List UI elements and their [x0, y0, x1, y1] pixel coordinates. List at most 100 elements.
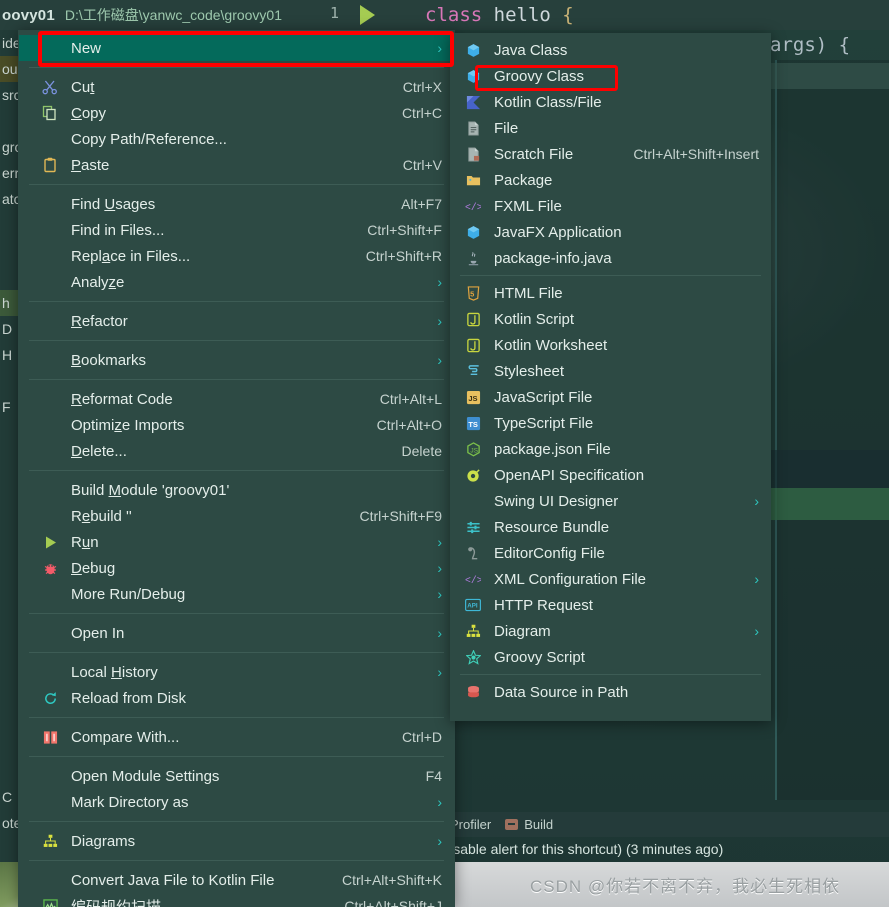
menu-item[interactable]: Groovy Script — [450, 644, 771, 670]
editor-code-line-1: class hello { — [425, 0, 574, 30]
menu-separator — [29, 184, 444, 185]
menu-item[interactable]: </> XML Configuration File › — [450, 566, 771, 592]
ts-icon: TS — [462, 414, 484, 432]
menu-item[interactable]: Open Module Settings F4 — [19, 763, 454, 789]
menu-item[interactable]: Replace in Files... Ctrl+Shift+R — [19, 243, 454, 269]
menu-item[interactable]: More Run/Debug › — [19, 581, 454, 607]
menu-item[interactable]: EditorConfig File — [450, 540, 771, 566]
menu-item[interactable]: Open In › — [19, 620, 454, 646]
menu-item[interactable]: Analyze › — [19, 269, 454, 295]
code-keyword: class — [425, 4, 483, 26]
kotlin-script-icon — [462, 310, 484, 328]
menu-item[interactable]: Swing UI Designer › — [450, 488, 771, 514]
menu-item[interactable]: </> FXML File — [450, 193, 771, 219]
menu-item[interactable]: Debug › — [19, 555, 454, 581]
menu-item[interactable]: Run › — [19, 529, 454, 555]
menu-item[interactable]: Compare With... Ctrl+D — [19, 724, 454, 750]
chevron-right-icon: › — [754, 623, 759, 639]
tab-profiler[interactable]: Profiler — [450, 817, 491, 832]
menu-item[interactable]: File — [450, 115, 771, 141]
menu-item-label: File — [494, 119, 519, 137]
tab-build-label: Build — [524, 817, 554, 832]
menu-separator — [29, 613, 444, 614]
new-submenu[interactable]: Java Class Groovy Class Kotlin Class/File F… — [450, 33, 771, 721]
scan-icon — [39, 897, 61, 907]
menu-item[interactable]: Scratch File Ctrl+Alt+Shift+Insert — [450, 141, 771, 167]
menu-item-label: Bookmarks — [71, 351, 147, 369]
menu-item[interactable]: Kotlin Worksheet — [450, 332, 771, 358]
menu-item-label: package.json File — [494, 440, 611, 458]
menu-item[interactable]: Rebuild '' Ctrl+Shift+F9 — [19, 503, 454, 529]
js-icon: JS — [462, 388, 484, 406]
menu-item[interactable]: Data Source in Path — [450, 679, 771, 705]
scratch-file-icon — [462, 145, 484, 163]
menu-item[interactable]: Optimize Imports Ctrl+Alt+O — [19, 412, 454, 438]
menu-item[interactable]: Copy Ctrl+C — [19, 100, 454, 126]
menu-item[interactable]: Find in Files... Ctrl+Shift+F — [19, 217, 454, 243]
watermark-text: CSDN @你若不离不弃，我必生死相依 — [530, 877, 841, 896]
javafx-icon — [462, 223, 484, 241]
menu-item[interactable]: Refactor › — [19, 308, 454, 334]
menu-item[interactable]: Kotlin Class/File — [450, 89, 771, 115]
menu-item-label: Find Usages — [71, 195, 156, 213]
menu-item[interactable]: Convert Java File to Kotlin File Ctrl+Alt… — [19, 867, 454, 893]
menu-item[interactable]: 编码规约扫描 Ctrl+Alt+Shift+J — [19, 893, 454, 907]
context-menu[interactable]: New › Cut Ctrl+X Copy Ctrl+C Copy Path/Referen… — [18, 30, 455, 907]
menu-item-shortcut: Ctrl+C — [401, 105, 442, 121]
menu-item[interactable]: Groovy Class — [450, 63, 771, 89]
menu-item[interactable]: Diagrams › — [19, 828, 454, 854]
menu-item[interactable]: Build Module 'groovy01' — [19, 477, 454, 503]
tab-build[interactable]: Build — [505, 817, 553, 832]
no-icon — [39, 312, 61, 330]
menu-separator — [29, 860, 444, 861]
no-icon — [39, 871, 61, 889]
menu-item-label: Copy — [71, 104, 107, 122]
menu-item[interactable]: Delete... Delete — [19, 438, 454, 464]
menu-item[interactable]: Reload from Disk — [19, 685, 454, 711]
menu-item[interactable]: Reformat Code Ctrl+Alt+L — [19, 386, 454, 412]
menu-item[interactable]: 5 HTML File — [450, 280, 771, 306]
menu-item[interactable]: OpenAPI Specification — [450, 462, 771, 488]
no-icon — [39, 130, 61, 148]
http-api-icon: API — [462, 596, 484, 614]
menu-item[interactable]: JS JavaScript File — [450, 384, 771, 410]
menu-item[interactable]: Resource Bundle — [450, 514, 771, 540]
menu-item-label: Copy Path/Reference... — [71, 130, 227, 148]
no-icon — [39, 390, 61, 408]
menu-item[interactable]: JavaFX Application — [450, 219, 771, 245]
menu-item[interactable]: TS TypeScript File — [450, 410, 771, 436]
no-icon — [39, 507, 61, 525]
chevron-right-icon: › — [437, 833, 442, 849]
menu-item[interactable]: Kotlin Script — [450, 306, 771, 332]
menu-item[interactable]: New › — [19, 35, 454, 61]
menu-item[interactable]: Find Usages Alt+F7 — [19, 191, 454, 217]
menu-item[interactable]: Mark Directory as › — [19, 789, 454, 815]
menu-item-label: XML Configuration File — [494, 570, 647, 588]
menu-item[interactable]: Copy Path/Reference... — [19, 126, 454, 152]
run-triangle-icon[interactable] — [360, 5, 375, 25]
menu-item[interactable]: JS package.json File — [450, 436, 771, 462]
menu-item-label: Kotlin Class/File — [494, 93, 602, 111]
sidebar-item-label: err — [2, 165, 20, 181]
menu-item[interactable]: Paste Ctrl+V — [19, 152, 454, 178]
menu-item-label: Cut — [71, 78, 95, 96]
menu-item-shortcut: Ctrl+V — [402, 157, 442, 173]
menu-item[interactable]: Cut Ctrl+X — [19, 74, 454, 100]
menu-separator — [29, 717, 444, 718]
tool-window-bar[interactable]: Profiler Build — [440, 812, 889, 837]
editor-code-line-2: args) { — [770, 34, 851, 56]
menu-item[interactable]: package-info.java — [450, 245, 771, 271]
menu-item[interactable]: Local History › — [19, 659, 454, 685]
menu-item[interactable]: Stylesheet — [450, 358, 771, 384]
menu-item[interactable]: Bookmarks › — [19, 347, 454, 373]
file-icon — [462, 119, 484, 137]
menu-item[interactable]: Package — [450, 167, 771, 193]
menu-item-label: Optimize Imports — [71, 416, 185, 434]
menu-item[interactable]: Java Class — [450, 37, 771, 63]
chevron-right-icon: › — [437, 586, 442, 602]
menu-item-label: package-info.java — [494, 249, 612, 267]
menu-item[interactable]: Diagram › — [450, 618, 771, 644]
menu-item-label: FXML File — [494, 197, 562, 215]
no-icon — [39, 416, 61, 434]
menu-item[interactable]: API HTTP Request — [450, 592, 771, 618]
